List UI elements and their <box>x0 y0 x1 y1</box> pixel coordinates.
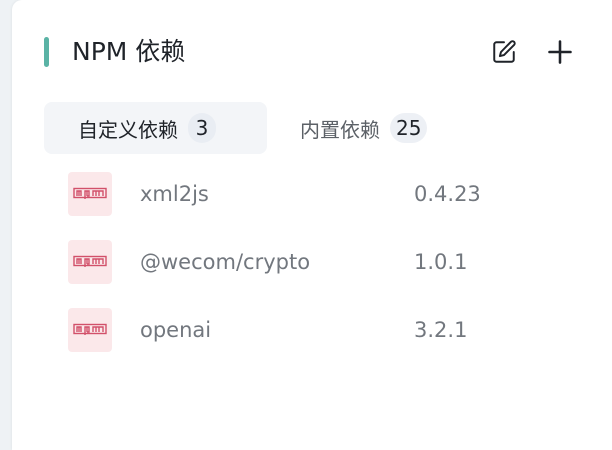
list-item[interactable]: @wecom/crypto 1.0.1 <box>68 238 588 288</box>
tab-builtin-dependencies[interactable]: 内置依赖 25 <box>284 102 474 154</box>
dependency-name: openai <box>140 318 212 342</box>
edit-button[interactable] <box>487 35 521 69</box>
npm-icon <box>68 308 112 352</box>
edit-icon <box>493 40 516 63</box>
dependency-version: 1.0.1 <box>414 250 468 274</box>
tab-label: 内置依赖 <box>300 117 380 142</box>
dependency-name: @wecom/crypto <box>140 250 311 274</box>
tab-custom-dependencies[interactable]: 自定义依赖 3 <box>44 102 267 154</box>
npm-icon <box>68 240 112 284</box>
dependency-version: 0.4.23 <box>414 182 481 206</box>
plus-icon <box>548 40 572 64</box>
dependency-version: 3.2.1 <box>414 318 468 342</box>
add-button[interactable] <box>543 35 577 69</box>
dependency-tabs: 自定义依赖 3 内置依赖 25 <box>44 102 584 154</box>
list-item[interactable]: openai 3.2.1 <box>68 306 588 356</box>
list-item[interactable]: xml2js 0.4.23 <box>68 170 588 220</box>
tab-label: 自定义依赖 <box>78 117 178 142</box>
npm-icon <box>68 172 112 216</box>
panel-header: NPM 依赖 <box>12 0 612 104</box>
panel-title: NPM 依赖 <box>72 37 186 66</box>
dependency-name: xml2js <box>140 182 209 206</box>
tab-count-badge: 25 <box>390 113 428 143</box>
tab-count-badge: 3 <box>188 113 216 143</box>
title-accent-bar <box>44 37 49 67</box>
npm-dependencies-panel: NPM 依赖 自定义依赖 3 内置依赖 25 xml2js 0.4.23 @we… <box>12 0 612 450</box>
